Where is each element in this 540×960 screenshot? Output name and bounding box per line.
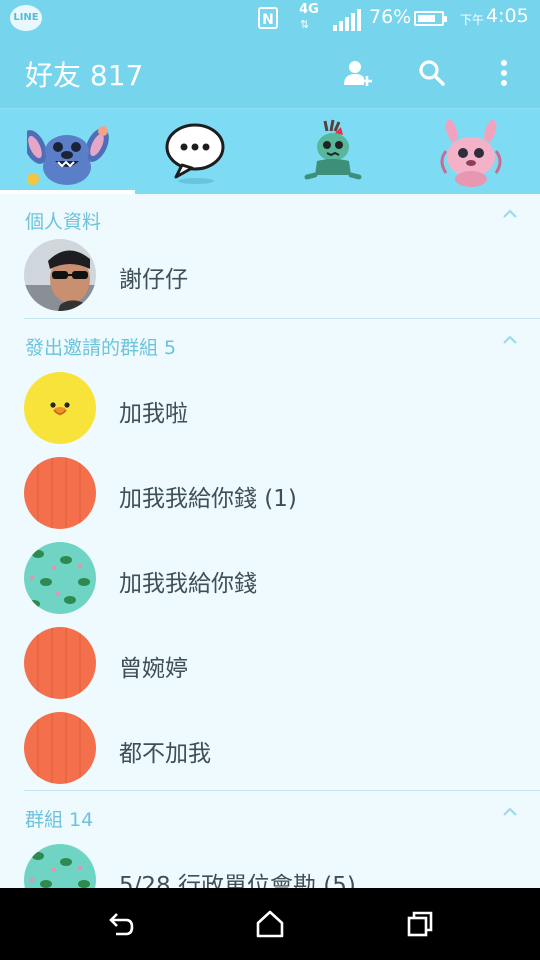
home-icon[interactable] bbox=[254, 908, 286, 940]
avatar bbox=[24, 844, 96, 888]
search-icon[interactable] bbox=[416, 57, 448, 89]
scrump-doll-icon bbox=[304, 119, 362, 180]
app-bar: 好友 817 bbox=[0, 37, 540, 108]
time-period: 下午 bbox=[460, 13, 485, 27]
friend-list[interactable]: 個人資料 謝仔仔 發出邀請的群組 5 加我啦 加我我給你錢 (1) 加我我給你錢… bbox=[0, 193, 540, 888]
avatar bbox=[24, 542, 96, 614]
tab-stitch[interactable] bbox=[0, 109, 135, 194]
group-name: 加我啦 bbox=[119, 401, 188, 427]
friend-name: 謝仔仔 bbox=[119, 267, 188, 293]
list-item[interactable]: 加我啦 bbox=[0, 365, 540, 450]
list-item[interactable]: 加我我給你錢 bbox=[0, 535, 540, 620]
section-title: 群組 14 bbox=[25, 809, 94, 831]
section-title: 個人資料 bbox=[25, 211, 102, 233]
recent-apps-icon[interactable] bbox=[404, 908, 436, 940]
texture-avatar bbox=[37, 712, 81, 784]
group-name: 加我我給你錢 bbox=[119, 571, 257, 597]
sally-chick-avatar bbox=[24, 372, 96, 444]
group-name: 5/28 行政單位會勘 (5) bbox=[119, 873, 356, 888]
chevron-up-icon[interactable] bbox=[502, 335, 518, 345]
signal-icon bbox=[333, 9, 363, 31]
angel-sticker-icon bbox=[440, 119, 502, 187]
list-item[interactable]: 5/28 行政單位會勘 (5) bbox=[0, 837, 540, 888]
section-header-groups[interactable]: 群組 14 bbox=[0, 791, 540, 837]
tab-chats[interactable] bbox=[135, 109, 270, 194]
add-friend-icon[interactable] bbox=[342, 57, 374, 89]
stitch-sticker-icon bbox=[27, 126, 109, 185]
group-name: 都不加我 bbox=[119, 741, 211, 767]
battery-percent: 76% bbox=[369, 6, 412, 28]
group-name: 加我我給你錢 (1) bbox=[119, 486, 297, 512]
tab-angel[interactable] bbox=[405, 109, 540, 194]
status-bar: LINE N 4G ⇅ 76% 下午 4:05 bbox=[0, 0, 540, 37]
list-item[interactable]: 都不加我 bbox=[0, 705, 540, 790]
profile-photo bbox=[24, 239, 96, 311]
avatar bbox=[24, 457, 96, 529]
nfc-icon: N bbox=[258, 7, 278, 29]
section-header-profile[interactable]: 個人資料 bbox=[0, 193, 540, 239]
group-name: 曾婉婷 bbox=[119, 656, 188, 682]
page-title: 好友 817 bbox=[25, 59, 144, 92]
list-item[interactable]: 加我我給你錢 (1) bbox=[0, 450, 540, 535]
chevron-up-icon[interactable] bbox=[502, 807, 518, 817]
avatar bbox=[24, 372, 96, 444]
back-icon[interactable] bbox=[104, 908, 136, 940]
clock: 4:05 bbox=[486, 5, 529, 27]
avatar bbox=[24, 239, 96, 311]
system-nav-bar bbox=[0, 888, 540, 960]
chat-bubble-icon bbox=[165, 123, 225, 184]
texture-avatar bbox=[37, 627, 81, 699]
tab-bar bbox=[0, 108, 540, 194]
avatar bbox=[24, 712, 96, 784]
data-transfer-icon: ⇅ bbox=[300, 18, 311, 31]
chevron-up-icon[interactable] bbox=[502, 209, 518, 219]
frog-pattern-avatar bbox=[24, 542, 96, 614]
list-item[interactable]: 謝仔仔 bbox=[0, 239, 540, 318]
more-menu-icon[interactable] bbox=[488, 57, 520, 89]
battery-icon bbox=[414, 11, 447, 26]
section-title: 發出邀請的群組 5 bbox=[25, 337, 177, 359]
frog-pattern-avatar bbox=[24, 844, 96, 888]
network-type: 4G bbox=[299, 2, 319, 17]
section-header-invited-groups[interactable]: 發出邀請的群組 5 bbox=[0, 319, 540, 365]
avatar bbox=[24, 627, 96, 699]
list-item[interactable]: 曾婉婷 bbox=[0, 620, 540, 705]
line-app-icon: LINE bbox=[10, 5, 42, 31]
tab-scrump[interactable] bbox=[270, 109, 405, 194]
texture-avatar bbox=[37, 457, 81, 529]
